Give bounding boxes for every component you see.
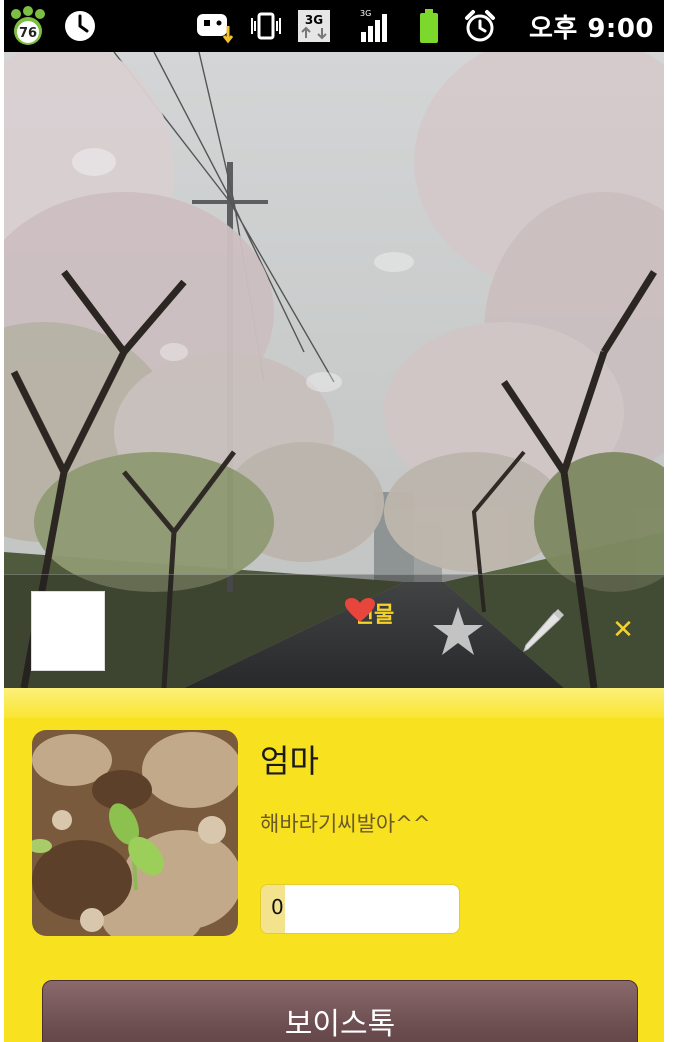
count-value: 0 bbox=[271, 895, 284, 919]
svg-text:3G: 3G bbox=[305, 13, 323, 27]
heart-icon bbox=[345, 598, 375, 622]
pencil-icon bbox=[523, 609, 564, 652]
clock-icon bbox=[65, 11, 95, 41]
cover-action-bar: 선물 ✕ bbox=[4, 574, 664, 688]
star-icon bbox=[433, 607, 483, 655]
paw-badge-icon: 76 bbox=[11, 6, 45, 45]
signal-strength-icon: 3G bbox=[360, 9, 387, 42]
profile-panel: 엄마 해바라기씨발아^^ 0 보이스톡 bbox=[4, 688, 664, 1042]
battery-icon bbox=[420, 9, 438, 43]
cover-photo[interactable]: 선물 ✕ bbox=[4, 52, 664, 688]
favorite-button[interactable] bbox=[432, 605, 484, 657]
voicetalk-button[interactable]: 보이스톡 bbox=[42, 980, 638, 1042]
voicetalk-label: 보이스톡 bbox=[284, 1007, 396, 1042]
status-bar: 76 3G 3G 오후 9:00 bbox=[4, 0, 664, 52]
count-field[interactable]: 0 bbox=[260, 884, 460, 934]
profile-name: 엄마 bbox=[260, 742, 319, 780]
edit-button[interactable] bbox=[520, 605, 564, 653]
gift-button[interactable]: 선물 bbox=[344, 597, 404, 663]
alarm-clock-icon bbox=[465, 10, 495, 42]
vibrate-icon bbox=[251, 12, 281, 40]
status-time: 오후 9:00 bbox=[528, 14, 654, 44]
download-app-icon bbox=[197, 14, 234, 44]
panel-highlight bbox=[4, 688, 664, 718]
sprout-photo-image bbox=[32, 730, 238, 936]
data-transfer-icon: 3G bbox=[298, 10, 330, 42]
close-icon[interactable]: ✕ bbox=[608, 615, 638, 645]
battery-badge-text: 76 bbox=[19, 26, 37, 41]
profile-status-message: 해바라기씨발아^^ bbox=[260, 812, 431, 836]
profile-photo[interactable] bbox=[32, 730, 238, 936]
signal-label: 3G bbox=[360, 9, 371, 18]
profile-thumbnail[interactable] bbox=[31, 591, 105, 671]
phone-screen: 76 3G 3G 오후 9:00 선물 ✕ 엄마 해바라기씨발아^^ 0 보이스… bbox=[4, 0, 664, 1042]
